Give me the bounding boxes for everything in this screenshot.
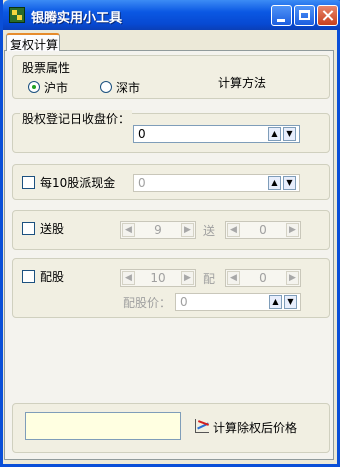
bonus-shares-base-stepper[interactable]: ◀ 9 ▶	[120, 221, 196, 239]
bonus-shares-base-value: 9	[154, 223, 162, 237]
rights-price-value: 0	[180, 295, 188, 309]
close-price-value: 0	[138, 127, 146, 141]
bonus-shares-label[interactable]: 送股	[40, 220, 64, 237]
rights-issue-ratio-stepper[interactable]: ◀ 0 ▶	[225, 269, 301, 287]
rights-issue-ratio-value: 0	[259, 271, 267, 285]
calc-method-label: 计算方法	[218, 76, 267, 90]
minimize-button[interactable]	[271, 5, 292, 26]
dropdown-arrow-icon[interactable]: ▼	[283, 176, 296, 190]
arrow-left-icon[interactable]: ◀	[122, 223, 135, 237]
radio-shenzhen-label[interactable]: 深市	[116, 79, 140, 96]
arrow-left-icon[interactable]: ◀	[227, 223, 240, 237]
arrow-left-icon[interactable]: ◀	[122, 271, 135, 285]
stock-type-legend: 股票属性	[22, 61, 71, 75]
arrow-right-icon[interactable]: ▶	[181, 223, 194, 237]
rights-issue-mid-label: 配	[203, 272, 216, 286]
arrow-left-icon[interactable]: ◀	[227, 271, 240, 285]
radio-shenzhen[interactable]	[100, 81, 112, 93]
radio-shanghai[interactable]	[28, 81, 40, 93]
arrow-right-icon[interactable]: ▶	[286, 271, 299, 285]
cash-dividend-checkbox[interactable]	[22, 176, 35, 189]
close-price-label: 股权登记日收盘价：	[20, 110, 133, 127]
dropdown-arrow-icon[interactable]: ▼	[283, 127, 296, 141]
rights-price-label: 配股价：	[123, 296, 172, 310]
maximize-button[interactable]	[294, 5, 315, 26]
tab-rights-calc[interactable]: 复权计算	[6, 33, 60, 52]
close-price-input[interactable]: 0 ▲ ▼	[133, 125, 300, 143]
cash-dividend-value: 0	[138, 176, 146, 190]
rights-issue-base-stepper[interactable]: ◀ 10 ▶	[120, 269, 196, 287]
radio-shanghai-label[interactable]: 沪市	[44, 79, 68, 96]
dropdown-arrow-icon[interactable]: ▼	[284, 295, 297, 309]
cash-dividend-label[interactable]: 每10股派现金	[40, 174, 115, 191]
rights-price-input[interactable]: 0 ▲ ▼	[175, 293, 301, 311]
arrow-right-icon[interactable]: ▶	[181, 271, 194, 285]
calculate-button[interactable]: 计算除权后价格	[213, 419, 297, 436]
rights-issue-checkbox[interactable]	[22, 270, 35, 283]
cash-dividend-input[interactable]: 0 ▲ ▼	[133, 174, 300, 192]
spin-up-icon[interactable]: ▲	[268, 127, 281, 141]
title-bar[interactable]: 银腾实用小工具	[3, 0, 340, 30]
close-button[interactable]	[317, 5, 338, 26]
arrow-right-icon[interactable]: ▶	[286, 223, 299, 237]
rights-issue-label[interactable]: 配股	[40, 268, 64, 285]
spin-up-icon[interactable]: ▲	[269, 295, 282, 309]
app-icon	[9, 7, 25, 23]
bonus-shares-mid-label: 送	[203, 224, 216, 238]
spin-up-icon[interactable]: ▲	[268, 176, 281, 190]
bonus-shares-ratio-stepper[interactable]: ◀ 0 ▶	[225, 221, 301, 239]
bonus-shares-checkbox[interactable]	[22, 222, 35, 235]
window-title: 银腾实用小工具	[31, 11, 123, 26]
bonus-shares-ratio-value: 0	[259, 223, 267, 237]
result-output[interactable]	[25, 412, 181, 440]
chart-icon[interactable]	[195, 419, 209, 433]
rights-issue-base-value: 10	[150, 271, 166, 285]
